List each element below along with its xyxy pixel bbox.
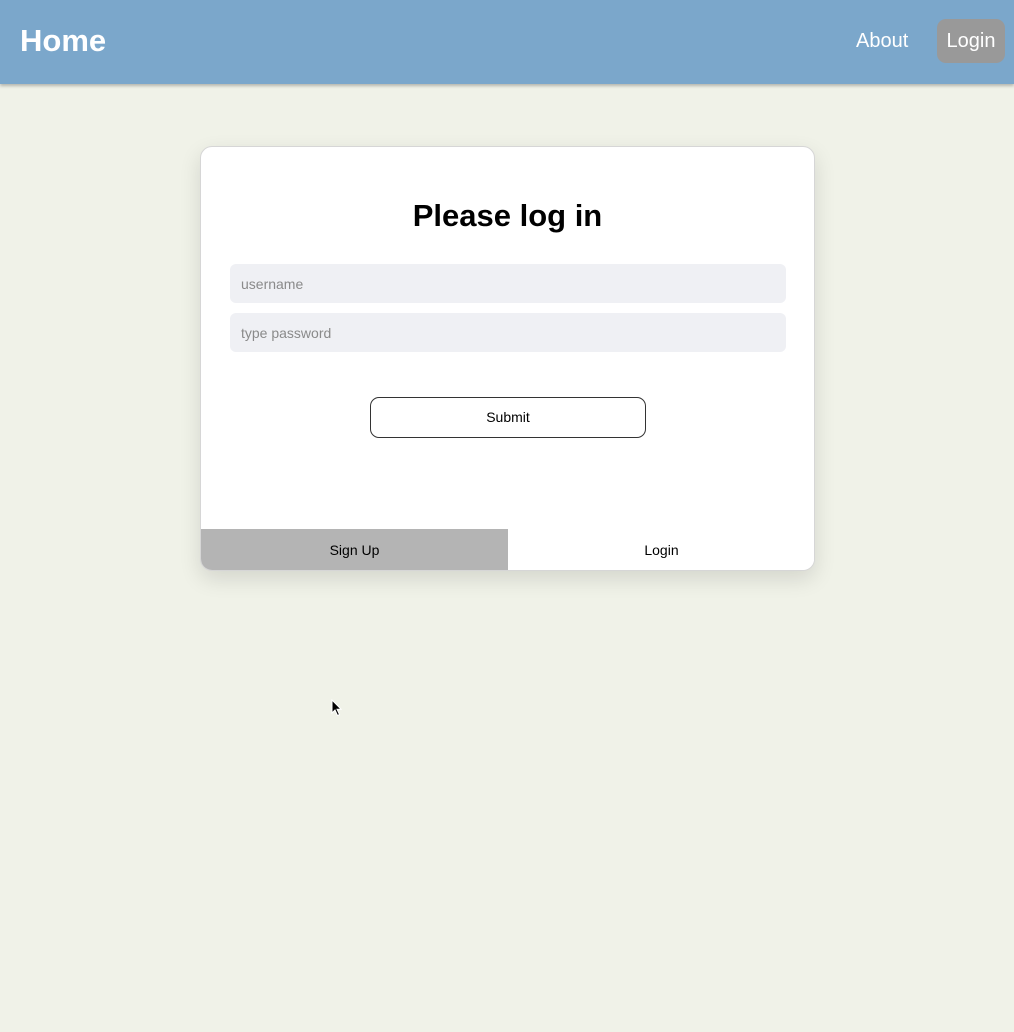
- password-input[interactable]: [230, 313, 786, 352]
- login-card: Please log in Submit Sign Up Login: [200, 146, 815, 571]
- tab-sign-up[interactable]: Sign Up: [201, 529, 508, 570]
- tab-login[interactable]: Login: [508, 529, 814, 570]
- page-title: Please log in: [412, 198, 603, 233]
- submit-button[interactable]: Submit: [370, 397, 646, 438]
- nav-login-button[interactable]: Login: [937, 19, 1005, 63]
- mouse-pointer-icon: [331, 699, 342, 717]
- nav-about-link[interactable]: About: [856, 29, 908, 53]
- nav-home-link[interactable]: Home: [20, 22, 106, 60]
- username-input[interactable]: [230, 264, 786, 303]
- navbar: Home About Login: [0, 0, 1014, 84]
